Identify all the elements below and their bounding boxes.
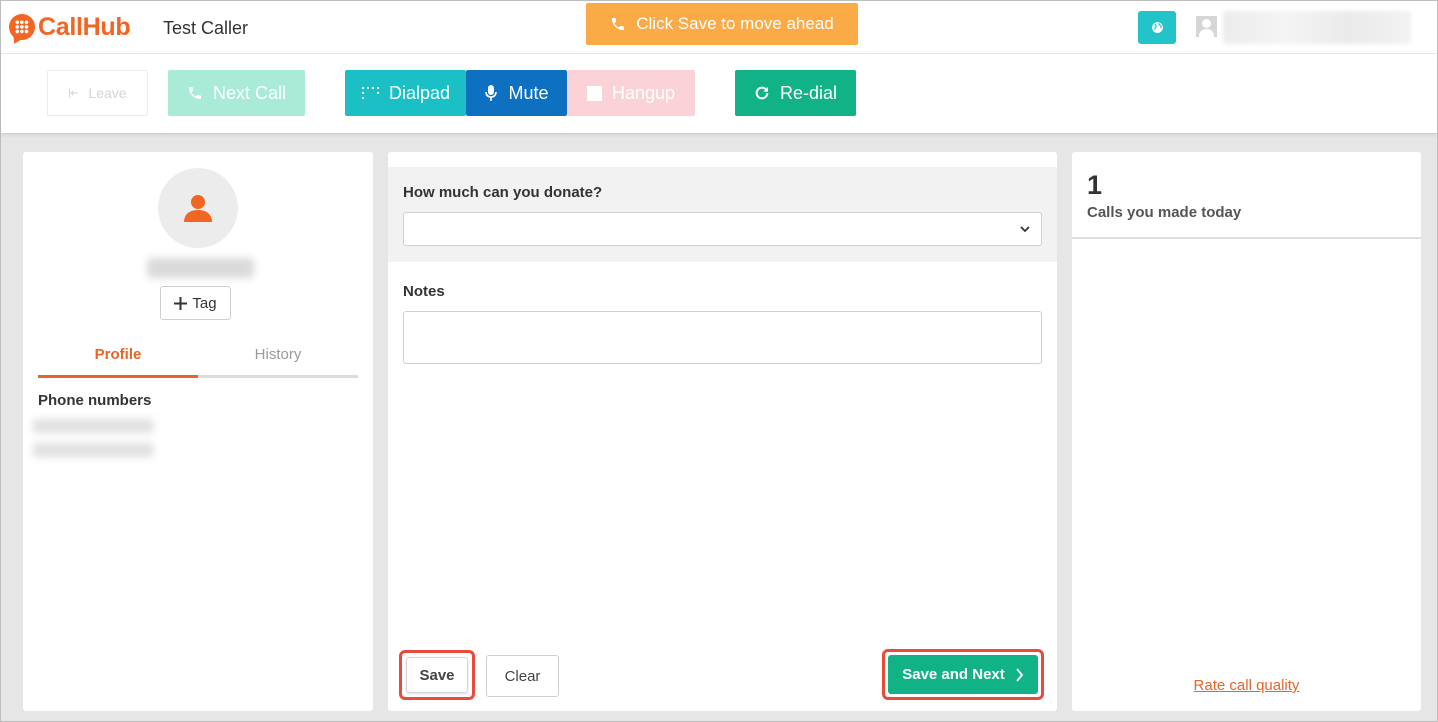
hangup-button[interactable]: Hangup: [567, 70, 695, 116]
user-icon: [184, 195, 212, 222]
notes-label: Notes: [403, 283, 445, 300]
leave-label: Leave: [88, 85, 127, 101]
chevron-down-icon: [1020, 226, 1030, 233]
top-header: CallHub Test Caller Click Save to move a…: [1, 1, 1437, 54]
refresh-icon: [755, 86, 769, 100]
globe-icon: [1151, 22, 1163, 33]
dialpad-icon: [361, 87, 379, 99]
phone-number-redacted: [33, 443, 153, 457]
contact-tabs: Profile History: [38, 344, 358, 378]
sign-out-icon: [69, 88, 79, 98]
save-and-next-label: Save and Next: [902, 666, 1005, 683]
user-avatar[interactable]: [1196, 16, 1217, 37]
calls-count: 1: [1087, 170, 1103, 200]
divider: [1072, 237, 1421, 239]
contact-panel: Tag Profile History Phone numbers: [23, 152, 373, 711]
save-button[interactable]: Save: [406, 657, 468, 693]
next-call-button[interactable]: Next Call: [168, 70, 305, 116]
save-and-next-highlight: Save and Next: [882, 649, 1044, 700]
notes-textarea[interactable]: [403, 311, 1042, 364]
callhub-logo[interactable]: CallHub: [9, 11, 131, 43]
call-toolbar: Leave Next Call Dialpad Mute Hangup Re-d…: [1, 54, 1437, 134]
script-panel: How much can you donate? Notes Save Clea…: [388, 152, 1057, 711]
dialpad-label: Dialpad: [388, 82, 451, 103]
next-call-label: Next Call: [212, 82, 287, 103]
redial-label: Re-dial: [779, 82, 838, 103]
redial-button[interactable]: Re-dial: [735, 70, 856, 116]
stop-icon: [586, 85, 602, 101]
contact-name-redacted: [147, 258, 254, 278]
logo-text: CallHub: [38, 12, 131, 41]
save-highlight: Save: [399, 650, 475, 700]
tab-history[interactable]: History: [198, 344, 358, 378]
caller-name: Test Caller: [163, 18, 249, 38]
question-label: How much can you donate?: [403, 184, 603, 201]
language-button[interactable]: [1138, 11, 1176, 44]
hangup-label: Hangup: [611, 82, 676, 103]
chevron-right-icon: [1016, 667, 1023, 682]
phone-icon: [188, 87, 201, 99]
microphone-icon: [485, 85, 498, 101]
mute-button[interactable]: Mute: [466, 70, 567, 116]
dialpad-button[interactable]: Dialpad: [345, 70, 466, 116]
phone-icon: [612, 18, 625, 30]
survey-question: How much can you donate?: [388, 167, 1057, 262]
donation-select[interactable]: [403, 212, 1042, 246]
plus-icon: [174, 296, 188, 310]
contact-avatar: [158, 168, 238, 248]
stats-panel: 1 Calls you made today Rate call quality: [1072, 152, 1421, 711]
phone-numbers-label: Phone numbers: [38, 392, 152, 409]
calls-label: Calls you made today: [1087, 204, 1242, 221]
mute-label: Mute: [508, 82, 549, 103]
notice-text: Click Save to move ahead: [636, 14, 834, 33]
clear-button[interactable]: Clear: [486, 655, 559, 697]
callhub-logo-icon: [9, 14, 35, 40]
tab-profile[interactable]: Profile: [38, 344, 198, 378]
add-tag-label: Tag: [192, 294, 217, 312]
user-name-redacted: [1223, 11, 1411, 44]
leave-button[interactable]: Leave: [47, 70, 148, 116]
add-tag-button[interactable]: Tag: [160, 286, 231, 320]
save-notice-banner: Click Save to move ahead: [586, 3, 858, 45]
phone-number-redacted: [33, 419, 153, 433]
save-and-next-button[interactable]: Save and Next: [888, 655, 1038, 694]
rate-call-quality-link[interactable]: Rate call quality: [1072, 677, 1421, 694]
